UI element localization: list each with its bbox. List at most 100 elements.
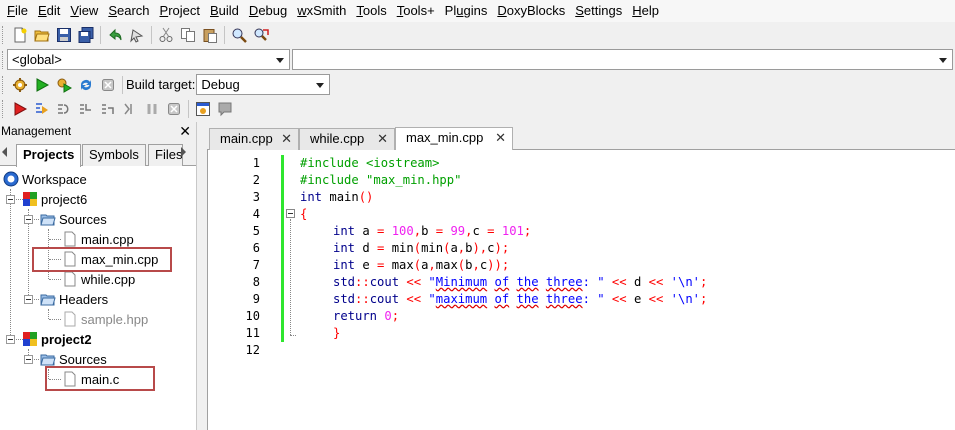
tree-node-headers[interactable]: Headers: [40, 289, 108, 309]
line-number: 3: [252, 190, 260, 204]
fold-toggle-icon[interactable]: [286, 209, 295, 218]
workspace-icon: [3, 171, 19, 187]
menu-bar: File Edit View Search Project Build Debug wxSmi…: [0, 0, 955, 22]
menu-doxyblocks[interactable]: DoxyBlocks: [492, 0, 570, 22]
step-out-button[interactable]: [97, 98, 119, 120]
paste-button[interactable]: [199, 24, 221, 46]
code-line: }: [333, 326, 341, 340]
tree-node-workspace[interactable]: Workspace: [3, 169, 87, 189]
abort-button[interactable]: [97, 74, 119, 96]
build-button[interactable]: [9, 74, 31, 96]
tab-max-min-cpp[interactable]: max_min.cpp ✕: [395, 127, 513, 150]
rebuild-icon: [81, 79, 91, 90]
build-target-combo[interactable]: Debug: [196, 74, 331, 95]
file-icon: [64, 311, 76, 327]
code-editor[interactable]: 1 2 3 4 5 6 7 8 9 10 11 12 #include <ios…: [207, 150, 955, 430]
scroll-left-icon[interactable]: [2, 147, 7, 157]
compiler-toolbar: Build target: Debug: [0, 72, 955, 97]
save-button[interactable]: [53, 24, 75, 46]
tree-node-main-cpp[interactable]: main.cpp: [62, 229, 134, 249]
break-button[interactable]: [141, 98, 163, 120]
menu-edit[interactable]: Edit: [33, 0, 65, 22]
line-number: 5: [252, 224, 260, 238]
close-icon[interactable]: ✕: [495, 128, 506, 148]
toolbar-separator: [151, 25, 152, 44]
menu-file[interactable]: File: [2, 0, 33, 22]
menu-wxsmith[interactable]: wxSmith: [292, 0, 351, 22]
menu-project[interactable]: Project: [155, 0, 205, 22]
close-icon[interactable]: ✕: [179, 122, 191, 140]
chevron-down-icon[interactable]: [313, 78, 327, 92]
redo-button[interactable]: [126, 24, 148, 46]
menu-search[interactable]: Search: [103, 0, 154, 22]
toolbar-separator: [100, 25, 101, 44]
tab-while-cpp[interactable]: while.cpp ✕: [299, 128, 395, 150]
panel-splitter[interactable]: [197, 122, 207, 430]
replace-button[interactable]: [250, 24, 272, 46]
menu-tools[interactable]: Tools: [351, 0, 391, 22]
debug-button[interactable]: [9, 98, 31, 120]
step-into-button[interactable]: [75, 98, 97, 120]
build-run-button[interactable]: [53, 74, 75, 96]
menu-settings[interactable]: Settings: [570, 0, 627, 22]
close-icon[interactable]: ✕: [377, 129, 388, 149]
menu-help[interactable]: Help: [627, 0, 664, 22]
rebuild-button[interactable]: [75, 74, 97, 96]
tab-main-cpp[interactable]: main.cpp ✕: [209, 128, 299, 150]
tree-expander[interactable]: [6, 195, 15, 204]
project-icon: [23, 332, 37, 346]
highlight-box: [45, 366, 155, 391]
menu-toolsplus[interactable]: Tools+: [392, 0, 440, 22]
break-icon: [147, 104, 157, 114]
symbol-combo[interactable]: [292, 49, 953, 70]
toolbar-grip[interactable]: [2, 25, 6, 44]
next-line-button[interactable]: [53, 98, 75, 120]
copy-button[interactable]: [177, 24, 199, 46]
run-to-cursor-button[interactable]: [31, 98, 53, 120]
next-instruction-button[interactable]: [119, 98, 141, 120]
new-file-button[interactable]: [9, 24, 31, 46]
stop-debug-button[interactable]: [163, 98, 185, 120]
find-button[interactable]: [228, 24, 250, 46]
tab-symbols[interactable]: Symbols: [82, 144, 146, 166]
debug-windows-button[interactable]: [192, 98, 214, 120]
folder-icon: [40, 294, 56, 306]
menu-view[interactable]: View: [65, 0, 103, 22]
toolbar-separator: [122, 75, 123, 94]
scroll-right-icon[interactable]: [181, 147, 186, 157]
tree-node-project2[interactable]: project2: [22, 329, 92, 349]
undo-button[interactable]: [104, 24, 126, 46]
chevron-down-icon[interactable]: [936, 53, 950, 67]
toolbar-grip[interactable]: [2, 100, 6, 118]
change-marker-bar: [281, 155, 284, 342]
open-button[interactable]: [31, 24, 53, 46]
management-tabs: Projects Symbols Files: [0, 140, 196, 167]
tree-expander[interactable]: [24, 355, 33, 364]
editor-tab-label: max_min.cpp: [406, 130, 484, 145]
scope-combo[interactable]: <global>: [7, 49, 290, 70]
menu-build[interactable]: Build: [205, 0, 244, 22]
chevron-down-icon[interactable]: [273, 53, 287, 67]
tree-expander[interactable]: [24, 295, 33, 304]
tree-node-while-cpp[interactable]: while.cpp: [62, 269, 135, 289]
management-panel: Management ✕ Projects Symbols Files Work…: [0, 122, 197, 430]
toolbar-grip[interactable]: [2, 50, 6, 69]
info-button[interactable]: [214, 98, 236, 120]
line-number: 6: [252, 241, 260, 255]
run-button[interactable]: [31, 74, 53, 96]
tree-node-project6[interactable]: project6: [22, 189, 87, 209]
tab-projects[interactable]: Projects: [16, 144, 82, 167]
save-all-button[interactable]: [75, 24, 97, 46]
tab-files[interactable]: Files: [148, 144, 183, 166]
build-run-icon: [57, 78, 72, 93]
tree-node-sources[interactable]: Sources: [40, 209, 107, 229]
menu-plugins[interactable]: Plugins: [440, 0, 493, 22]
cut-button[interactable]: [155, 24, 177, 46]
tree-expander[interactable]: [24, 215, 33, 224]
folder-icon: [40, 354, 56, 366]
menu-debug[interactable]: Debug: [244, 0, 292, 22]
close-icon[interactable]: ✕: [281, 129, 292, 149]
tree-expander[interactable]: [6, 335, 15, 344]
toolbar-grip[interactable]: [2, 75, 6, 94]
tree-node-sample-hpp[interactable]: sample.hpp: [62, 309, 148, 329]
